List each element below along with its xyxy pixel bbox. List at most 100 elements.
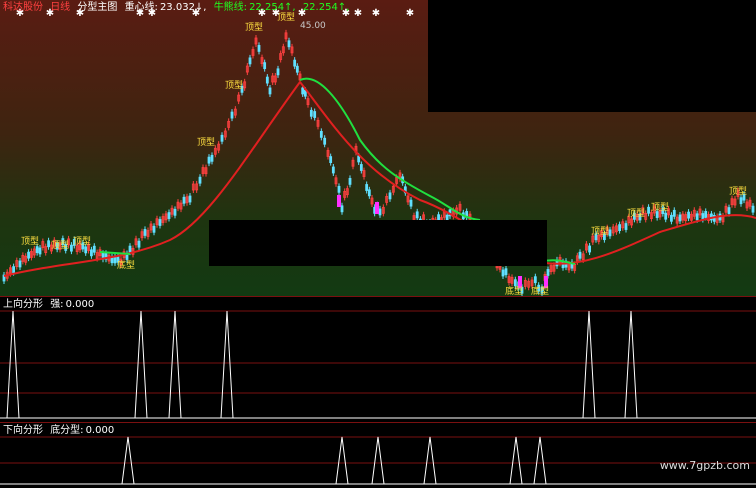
fractal-spike <box>168 310 182 419</box>
signal-star-icon: ✱ <box>406 8 414 19</box>
top-fractal-label: 顶型 <box>73 236 91 247</box>
redacted-box-middle <box>209 220 547 266</box>
signal-star-icon: ✱ <box>354 8 362 19</box>
candle-body <box>751 205 755 213</box>
up-fractal-chart <box>0 310 756 419</box>
candle-body <box>38 247 42 255</box>
candle-body <box>687 211 690 219</box>
candle-body <box>704 211 708 218</box>
candle-body <box>113 256 117 264</box>
up-fractal-panel[interactable]: 上向分形 强: 0.000 <box>0 296 756 422</box>
candle-body <box>18 260 22 268</box>
candle-body <box>207 156 211 164</box>
candle-body <box>263 62 267 70</box>
candle-body <box>182 196 186 204</box>
fractal-spike <box>582 310 596 419</box>
candle-body <box>672 209 676 217</box>
ind3-value: 22.254↑, <box>302 2 350 13</box>
candle-body <box>230 111 234 119</box>
candle-body <box>701 213 705 220</box>
sub2-header: 下向分形 底分型: 0.000 <box>3 424 118 437</box>
top-fractal-label: 顶型 <box>651 202 669 213</box>
top-fractal-label: 顶型 <box>21 236 39 247</box>
candle-body <box>695 213 699 221</box>
candle-body <box>546 269 550 276</box>
candle-body <box>276 68 280 76</box>
stock-name: 科达股份 <box>3 2 43 13</box>
candle-body <box>670 214 673 222</box>
ind1-value: 23.032↓, <box>159 2 207 13</box>
top-fractal-label: 顶型 <box>729 186 747 197</box>
candle-body <box>198 176 202 184</box>
candle-body <box>158 219 162 226</box>
candle-body <box>323 137 327 145</box>
ind2-value: 22.254↑, <box>249 2 296 13</box>
sub1-header: 上向分形 强: 0.000 <box>3 298 98 311</box>
period-label[interactable]: 日线 <box>50 2 70 13</box>
candle-body <box>27 251 30 259</box>
candle-body <box>367 189 371 197</box>
bottom-fractal-label: 底型 <box>505 285 523 296</box>
formula-name: 分型主图 <box>77 2 118 13</box>
candle-body <box>319 130 323 138</box>
candle-body <box>578 251 582 259</box>
candle-body <box>268 87 272 95</box>
candle-body <box>388 192 392 200</box>
candle-body <box>152 225 156 233</box>
down-fractal-panel[interactable]: 下向分形 底分型: 0.000 www.7gpzb.com <box>0 422 756 488</box>
candle-body <box>533 276 537 284</box>
fractal-spike <box>371 436 385 485</box>
candle-body <box>504 268 508 276</box>
candle-body <box>143 229 147 236</box>
candle-body <box>348 178 352 185</box>
sub2-title: 下向分形 <box>3 425 43 436</box>
candle-body <box>618 224 621 231</box>
candle-body <box>47 240 50 248</box>
fractal-spike <box>509 436 523 485</box>
sub2-value: 0.000 <box>85 425 115 436</box>
top-fractal-label: 顶型 <box>225 80 243 91</box>
candle-body <box>561 261 565 269</box>
magenta-candle <box>337 195 341 207</box>
candle-body <box>309 109 313 117</box>
candle-body <box>415 211 419 219</box>
candle-body <box>513 279 517 287</box>
magenta-candle <box>375 202 379 214</box>
candle-body <box>92 245 96 253</box>
candle-body <box>12 266 16 274</box>
fractal-spike <box>533 436 547 485</box>
candle-body <box>739 197 743 205</box>
candle-body <box>35 246 39 254</box>
top-fractal-label: 顶型 <box>245 22 263 33</box>
candle-body <box>501 269 505 277</box>
candle-body <box>210 154 214 162</box>
main-chart-panel[interactable]: 顶型 顶型 顶型 顶型 顶型 顶型 顶型 顶型 顶型 顶型 顶型 底型 底型 底型 ✱ ✱ ✱ ✱ ✱ ✱ ✱ ✱ ✱ ✱ ✱ ✱… <box>0 0 756 296</box>
max-price-label: 45.00 <box>300 21 326 31</box>
fractal-spike <box>335 436 349 485</box>
chart-header: 科达股份 日线 分型主图 重心线: 23.032↓, 牛熊线: 22.254↑, 2… <box>3 1 353 14</box>
candle-body <box>365 184 369 191</box>
candle-body <box>293 59 297 67</box>
candle-body <box>337 185 341 193</box>
sub2-label: 底分型: <box>50 425 84 436</box>
fractal-spike <box>624 310 638 419</box>
bottom-fractal-label: 底型 <box>117 259 135 271</box>
candle-body <box>167 212 171 219</box>
top-fractal-label: 顶型 <box>51 240 69 251</box>
redacted-box-top-right <box>428 0 756 112</box>
fractal-spike <box>121 436 135 485</box>
candle-body <box>647 206 650 214</box>
watermark: www.7gpzb.com <box>659 459 750 472</box>
signal-star-icon: ✱ <box>372 8 380 19</box>
candle-body <box>173 208 177 216</box>
candle-body <box>301 87 305 95</box>
candle-body <box>664 212 668 220</box>
candle-body <box>357 155 361 163</box>
candle-body <box>128 245 132 253</box>
candle-body <box>359 164 363 171</box>
sub1-value: 0.000 <box>65 299 95 310</box>
fractal-spike <box>423 436 437 485</box>
top-fractal-label: 顶型 <box>591 226 609 237</box>
candle-body <box>340 205 344 213</box>
candle-body <box>220 134 224 142</box>
